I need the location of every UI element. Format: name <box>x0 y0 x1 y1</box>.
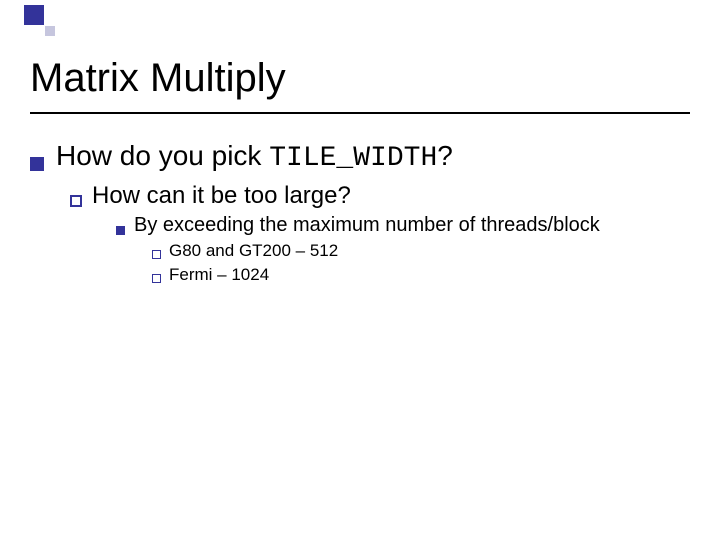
square-filled-small-icon <box>116 226 125 235</box>
square-hollow-small-icon <box>152 250 161 259</box>
bullet-level-1: How do you pick TILE_WIDTH? <box>30 140 700 174</box>
bullet-text: How can it be too large? <box>92 182 351 210</box>
text-code: TILE_WIDTH <box>269 143 437 174</box>
slide-body: How do you pick TILE_WIDTH? How can it b… <box>30 140 700 287</box>
bullet-level-3: By exceeding the maximum number of threa… <box>116 214 700 237</box>
square-hollow-small-icon <box>152 274 161 283</box>
slide: Matrix Multiply How do you pick TILE_WID… <box>0 0 720 540</box>
bullet-level-2: How can it be too large? <box>70 182 700 210</box>
square-filled-icon <box>30 157 44 171</box>
bullet-text: G80 and GT200 – 512 <box>169 241 338 261</box>
bullet-text: By exceeding the maximum number of threa… <box>134 214 600 237</box>
text-post: ? <box>437 140 453 171</box>
bullet-level-4: G80 and GT200 – 512 <box>152 241 700 261</box>
bullet-text: How do you pick TILE_WIDTH? <box>56 140 453 174</box>
title-underline <box>30 112 690 114</box>
deco-square-small-icon <box>45 26 55 36</box>
deco-square-large-icon <box>24 5 44 25</box>
bullet-text: Fermi – 1024 <box>169 265 269 285</box>
square-hollow-icon <box>70 195 82 207</box>
slide-title: Matrix Multiply <box>30 56 286 101</box>
bullet-level-4: Fermi – 1024 <box>152 265 700 285</box>
text-pre: How do you pick <box>56 140 269 171</box>
